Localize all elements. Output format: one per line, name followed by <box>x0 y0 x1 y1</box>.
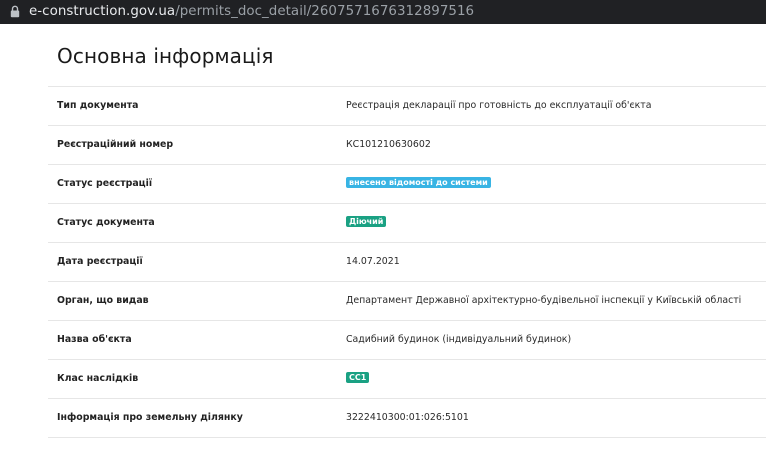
url-path: /permits_doc_detail/2607571676312897516 <box>175 4 475 19</box>
info-row-consequence-class: Клас наслідків СС1 <box>48 360 766 399</box>
info-label: Статус реєстрації <box>57 178 153 189</box>
info-row-registration-status: Статус реєстрації внесено відомості до с… <box>48 165 766 204</box>
info-row-issuing-authority: Орган, що видав Департамент Державної ар… <box>48 282 766 321</box>
info-value: Діючий <box>346 204 387 242</box>
info-value: Департамент Державної архітектурно-будів… <box>346 295 742 306</box>
url-host: e-construction.gov.ua <box>29 4 176 19</box>
info-label: Реєстраційний номер <box>57 139 174 150</box>
info-row-document-status: Статус документа Діючий <box>48 204 766 243</box>
url-text[interactable]: e-construction.gov.ua/permits_doc_detail… <box>29 0 474 24</box>
status-badge: внесено відомості до системи <box>346 177 491 188</box>
consequence-class-badge: СС1 <box>346 372 370 383</box>
info-value: 3222410300:01:026:5101 <box>346 412 469 423</box>
info-label: Назва об'єкта <box>57 334 132 345</box>
info-value: внесено відомості до системи <box>346 165 491 203</box>
info-label: Клас наслідків <box>57 373 139 384</box>
info-value: СС1 <box>346 360 370 398</box>
info-table: Тип документа Реєстрація декларації про … <box>48 86 766 438</box>
info-value: Садибний будинок (індивідуальний будинок… <box>346 334 572 345</box>
info-row-registration-date: Дата реєстрації 14.07.2021 <box>48 243 766 282</box>
info-value: Реєстрація декларації про готовність до … <box>346 100 652 111</box>
info-row-land-plot: Інформація про земельну ділянку 32224103… <box>48 399 766 438</box>
lock-icon[interactable] <box>10 5 20 18</box>
page-title: Основна інформація <box>57 44 274 68</box>
page-content: Основна інформація Тип документа Реєстра… <box>0 24 766 456</box>
info-row-document-type: Тип документа Реєстрація декларації про … <box>48 87 766 126</box>
info-label: Тип документа <box>57 100 139 111</box>
status-badge: Діючий <box>346 216 387 227</box>
info-label: Дата реєстрації <box>57 256 143 267</box>
info-row-object-name: Назва об'єкта Садибний будинок (індивіду… <box>48 321 766 360</box>
info-label: Статус документа <box>57 217 155 228</box>
info-label: Орган, що видав <box>57 295 149 306</box>
info-label: Інформація про земельну ділянку <box>57 412 243 423</box>
browser-address-bar[interactable]: e-construction.gov.ua/permits_doc_detail… <box>0 0 766 24</box>
info-value: 14.07.2021 <box>346 256 400 267</box>
info-value: КС101210630602 <box>346 139 431 150</box>
info-row-registration-number: Реєстраційний номер КС101210630602 <box>48 126 766 165</box>
